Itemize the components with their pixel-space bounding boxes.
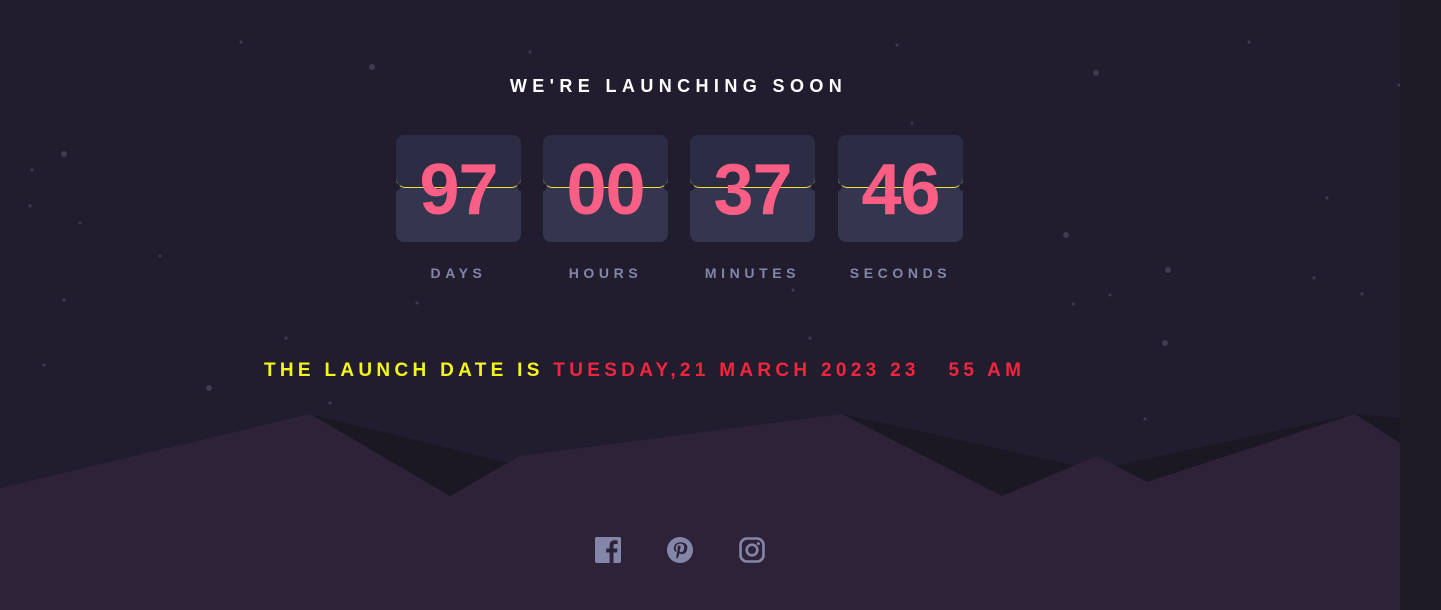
seconds-label: SECONDS bbox=[849, 265, 952, 281]
front-mountain-range bbox=[0, 414, 1400, 610]
launch-date-line: THE LAUNCH DATE IS TUESDAY,21 MARCH 2023… bbox=[264, 360, 1025, 382]
minutes-label: MINUTES bbox=[704, 265, 801, 281]
launch-date-value: TUESDAY,21 MARCH 2023 23 55 AM bbox=[553, 360, 1026, 381]
page-title: WE'RE LAUNCHING SOON bbox=[509, 76, 848, 96]
instagram-icon bbox=[739, 537, 765, 563]
seconds-card: 46 bbox=[838, 135, 963, 242]
pinterest-link[interactable] bbox=[666, 536, 694, 564]
countdown-page: WE'RE LAUNCHING SOON 97 DAYS 00 HOURS 37… bbox=[0, 0, 1441, 610]
instagram-link[interactable] bbox=[738, 536, 766, 564]
minutes-card: 37 bbox=[690, 135, 815, 242]
minutes-value: 37 bbox=[713, 150, 792, 230]
hours-value: 00 bbox=[566, 150, 645, 230]
hours-label: HOURS bbox=[568, 265, 643, 281]
facebook-icon bbox=[595, 537, 621, 563]
facebook-link[interactable] bbox=[594, 536, 622, 564]
seconds-value: 46 bbox=[861, 150, 940, 230]
right-edge-strip bbox=[1400, 0, 1441, 610]
launch-date-prefix: THE LAUNCH DATE IS bbox=[264, 360, 554, 381]
days-value: 97 bbox=[419, 150, 498, 230]
hours-card: 00 bbox=[543, 135, 668, 242]
pinterest-icon bbox=[667, 537, 693, 563]
days-label: DAYS bbox=[430, 265, 487, 281]
days-card: 97 bbox=[396, 135, 521, 242]
